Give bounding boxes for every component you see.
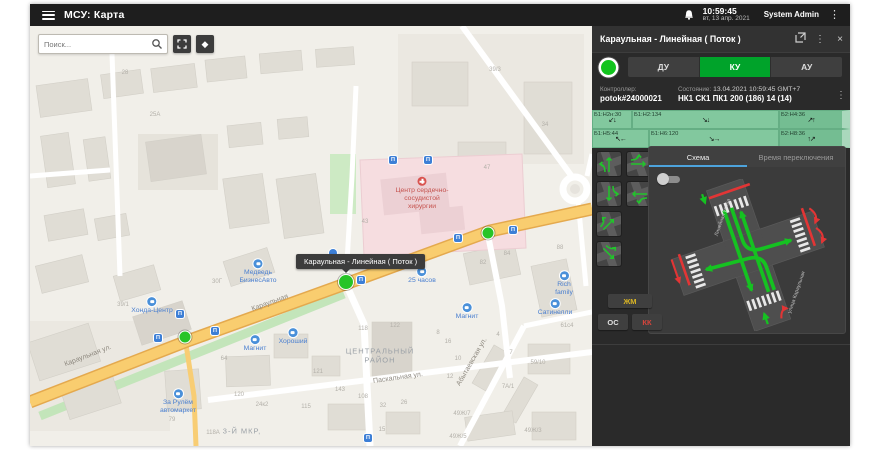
mode-switcher: ДУКУАУ (628, 57, 842, 77)
clock-date: вт, 13 апр. 2021 (703, 16, 750, 23)
signal-cell-direction-icon: ↖← (615, 135, 626, 143)
fullscreen-button[interactable] (173, 35, 191, 53)
status-circle (601, 60, 616, 75)
signal-cell: Б1:Н5:44↖← (592, 129, 649, 148)
tab-active[interactable]: Схема (649, 147, 747, 167)
signal-cell-direction-icon: ↑↗ (807, 135, 814, 143)
mode-row: ДУКУАУ (592, 54, 850, 80)
parking-icon: П (176, 310, 184, 318)
intersection-side-panel: Караульная - Линейная ( Поток ) ⋮ × ДУКУ… (592, 26, 850, 446)
clock: 10:59:45 вт, 13 апр. 2021 (703, 7, 750, 23)
signal-cell-label: Б1:Н2:134 (634, 112, 661, 118)
user-name: System Admin (764, 10, 819, 19)
phase-thumbnail-3[interactable] (597, 182, 621, 206)
phase-thumbnails (597, 152, 653, 282)
signal-row: Б1:Н2н:30↙↓Б1:Н2:134 ↘↓ Б2:Н4:36↗↑ (592, 110, 850, 129)
signal-groups-grid: Б1:Н2н:30↙↓Б1:Н2:134 ↘↓ Б2:Н4:36↗↑ Б1:Н5:44… (592, 110, 850, 148)
signal-cell: Б2:Н4:36↗↑ (779, 110, 850, 129)
map-toolbar: ◆ (38, 34, 214, 54)
panel-menu-icon[interactable]: ⋮ (810, 34, 830, 45)
schema-card-body: Линейная улица улица Караульная (649, 167, 845, 333)
schema-card: СхемаВремя переключения (648, 146, 846, 334)
mode-button-ау[interactable]: АУ (771, 57, 842, 77)
parking-icon: П (211, 327, 219, 335)
mode-button-ду[interactable]: ДУ (628, 57, 700, 77)
map-base-layers (30, 26, 592, 446)
schematic-street-bottom-label: улица Караульная (787, 270, 807, 314)
state-value: НК1 СК1 ПК1 200 (186) 14 (14) (678, 94, 832, 104)
phase-thumbnail-5[interactable] (597, 212, 621, 236)
parking-icon: П (424, 156, 432, 164)
panel-header: Караульная - Линейная ( Поток ) ⋮ × (592, 26, 850, 53)
phase-thumbnail-1[interactable] (597, 152, 621, 176)
tab-inactive[interactable]: Время переключения (747, 147, 845, 167)
parking-icon: П (364, 434, 372, 442)
signal-cell-direction-icon: ↘↓ (702, 116, 709, 124)
parking-icon: П (357, 276, 365, 284)
signal-cell-label: Б2:Н4:36 (781, 112, 805, 118)
hamburger-menu-icon[interactable] (42, 11, 55, 20)
os-button[interactable]: ОС (598, 314, 628, 330)
controller-menu-icon[interactable]: ⋮ (832, 90, 850, 101)
state-time: 13.04.2021 10:59:45 GMT+7 (713, 86, 800, 93)
traffic-light-marker[interactable] (179, 331, 192, 344)
parking-icon: П (389, 156, 397, 164)
zhm-button[interactable]: ЖМ (608, 294, 652, 308)
geo-objects-button[interactable]: ◆ (196, 35, 214, 53)
app-window: МСУ: Карта 10:59:45 вт, 13 апр. 2021 Sys… (30, 4, 850, 446)
state-label: Состояние: (678, 86, 711, 93)
parking-icon: П (454, 234, 462, 242)
controller-value: potok#24000021 (600, 94, 678, 104)
mode-button-ку[interactable]: КУ (700, 57, 772, 77)
signal-cell-direction-icon: ↗↑ (807, 116, 814, 124)
search-icon[interactable] (151, 38, 163, 50)
schema-tabs: СхемаВремя переключения (649, 147, 845, 167)
panel-title: Караульная - Линейная ( Поток ) (592, 34, 790, 44)
search-input[interactable] (39, 40, 151, 49)
close-icon[interactable]: × (830, 34, 850, 45)
screenshot-stage: МСУ: Карта 10:59:45 вт, 13 апр. 2021 Sys… (0, 0, 880, 450)
parking-icon: П (154, 334, 162, 342)
signal-cell-direction-icon: ↙↓ (608, 116, 615, 124)
intersection-schematic: Линейная улица улица Караульная (653, 179, 843, 331)
phase-thumbnail-6[interactable] (597, 242, 621, 266)
signal-cell-label: Б1:Н6:120 (651, 131, 678, 137)
top-bar: МСУ: Карта 10:59:45 вт, 13 апр. 2021 Sys… (30, 4, 850, 26)
app-title: МСУ: Карта (64, 9, 125, 21)
signal-cell-label: Б2:Н8:36 (781, 131, 805, 137)
search-box (38, 34, 168, 54)
controller-row: Контроллер: potok#24000021 Состояние: 13… (592, 82, 850, 108)
traffic-light-marker-selected[interactable] (338, 274, 354, 290)
signal-cell: Б1:Н2н:30↙↓ (592, 110, 632, 129)
traffic-light-marker[interactable] (482, 227, 495, 240)
open-in-new-icon[interactable] (790, 32, 810, 46)
controller-label: Контроллер: (600, 86, 678, 94)
parking-icon: П (509, 226, 517, 234)
kk-button[interactable]: КК (632, 314, 662, 330)
diamond-icon: ◆ (202, 40, 209, 49)
map-canvas[interactable]: 2825А39/334474330Г39/1848288641181221211… (30, 26, 592, 446)
map-marker-tooltip: Караульная - Линейная ( Поток ) (296, 254, 425, 269)
signal-cell: Б1:Н2:134 ↘↓ (632, 110, 779, 129)
user-menu-icon[interactable]: ⋮ (827, 8, 842, 21)
notifications-bell-icon[interactable] (683, 9, 695, 21)
panel-divider (592, 344, 850, 345)
signal-cell-direction-icon: ↘→ (709, 135, 720, 143)
